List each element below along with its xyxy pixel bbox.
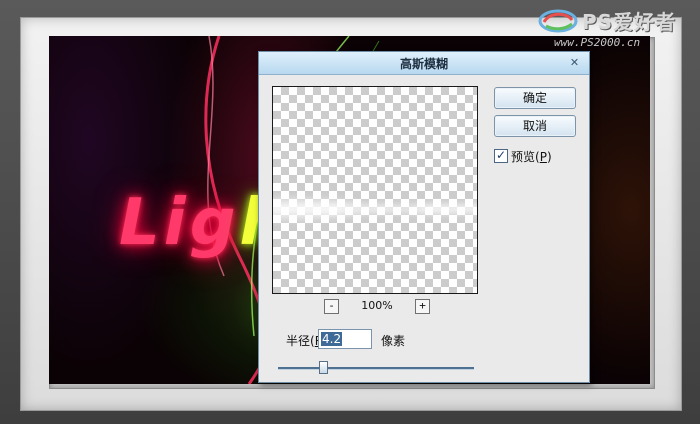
preview-checkbox[interactable]: ✓ [494,148,508,163]
logo-icon [538,9,578,33]
zoom-controls: - 100% + [272,299,478,315]
radius-row: 半径(R): 4.2 像素 [286,329,546,351]
watermark-logo: PS爱好者 www.PS2000.cn [538,6,698,54]
slider-thumb[interactable] [319,361,328,374]
zoom-level: 100% [361,299,393,312]
ok-button[interactable]: 确定 [494,87,576,109]
radius-slider[interactable] [278,361,474,374]
glowing-text-red: Lig [119,186,240,260]
watermark-url: www.PS2000.cn [554,36,641,49]
preview-window[interactable] [272,86,478,294]
dialog-titlebar[interactable]: 高斯模糊 ✕ [259,52,589,75]
gaussian-blur-dialog: 高斯模糊 ✕ - 100% + 确定 取消 ✓ 预览(P) 半径(R): 4.2… [258,51,590,383]
radius-input[interactable]: 4.2 [318,329,372,349]
watermark-title: PS爱好者 [582,10,677,34]
zoom-in-button[interactable]: + [415,299,430,314]
checkmark-icon: ✓ [496,148,507,162]
unit-label: 像素 [381,334,406,348]
close-icon[interactable]: ✕ [568,57,581,69]
dialog-title: 高斯模糊 [399,57,448,71]
radius-value: 4.2 [321,332,343,346]
zoom-out-button[interactable]: - [324,299,339,314]
preview-checkbox-row[interactable]: ✓ 预览(P) [494,148,584,164]
preview-label: 预览(P) [511,150,552,164]
blurred-preview-content [273,179,477,239]
cancel-button[interactable]: 取消 [494,115,576,137]
slider-track[interactable] [278,367,474,370]
